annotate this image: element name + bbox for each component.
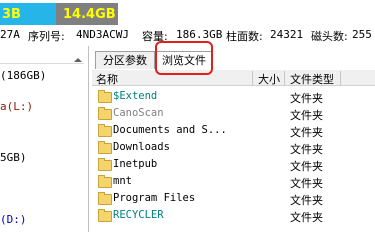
file-type: 文件夹	[290, 211, 323, 224]
folder-icon	[98, 90, 112, 103]
partition-size-label: 3B	[2, 7, 21, 22]
tree-item-label: (186GB)	[0, 69, 47, 82]
cylinders-value: 24321	[270, 28, 304, 41]
disk-prefix: 27A	[0, 28, 20, 41]
file-type: 文件夹	[290, 177, 323, 190]
capacity-value: 186.3GB	[176, 28, 223, 41]
heads-value: 255	[352, 28, 372, 41]
tree-item-partition-d[interactable]: (D:)	[0, 213, 27, 226]
column-divider[interactable]	[252, 71, 253, 86]
file-name: RECYCLER	[113, 209, 164, 221]
file-row[interactable]: Documents and S... 文件夹	[92, 122, 375, 139]
tree-item-partition-l[interactable]: a(L:)	[0, 100, 33, 113]
file-type: 文件夹	[290, 160, 323, 173]
file-type: 文件夹	[290, 92, 323, 105]
column-divider[interactable]	[284, 71, 285, 86]
tree-item-label: a(L:)	[0, 100, 34, 113]
serial-label: 序列号:	[28, 30, 65, 43]
cylinders-label: 柱面数:	[226, 30, 263, 43]
folder-icon	[98, 175, 112, 188]
tree-pane-header	[0, 50, 84, 64]
file-name: CanoScan	[113, 107, 164, 119]
file-name: Program Files	[113, 192, 196, 204]
file-row[interactable]: Program Files 文件夹	[92, 190, 375, 207]
tree-item-label: (D:)	[0, 213, 27, 226]
folder-icon	[98, 158, 112, 171]
file-type: 文件夹	[290, 126, 323, 139]
tab-label: 分区参数	[103, 54, 147, 67]
file-name: Documents and S...	[113, 124, 227, 136]
file-name: mnt	[113, 175, 132, 187]
tab-partition-params[interactable]: 分区参数	[95, 51, 155, 69]
file-row[interactable]: Inetpub 文件夹	[92, 156, 375, 173]
folder-icon	[98, 192, 112, 205]
folder-icon	[98, 124, 112, 137]
file-name: $Extend	[113, 90, 158, 102]
folder-icon	[98, 141, 112, 154]
tab-label: 浏览文件	[162, 54, 206, 67]
folder-icon	[98, 107, 112, 120]
file-row[interactable]: RECYCLER 文件夹	[92, 207, 375, 224]
tree-item-disk[interactable]: (186GB)	[0, 69, 46, 82]
tree-item-disk[interactable]: 5GB)	[0, 151, 27, 164]
disk-partition-used[interactable]: 3B	[0, 3, 56, 25]
file-type: 文件夹	[290, 143, 323, 156]
column-type-header[interactable]: 文件类型	[290, 71, 334, 87]
file-row[interactable]: CanoScan 文件夹	[92, 105, 375, 122]
file-type: 文件夹	[290, 194, 323, 207]
disk-bar: 3B 14.4GB	[0, 0, 375, 27]
disk-partition-free[interactable]: 14.4GB	[56, 3, 118, 25]
file-name: Downloads	[113, 141, 170, 153]
column-name-header[interactable]: 名称	[96, 71, 118, 87]
serial-value: 4ND3ACWJ	[76, 28, 129, 41]
column-size-header[interactable]: 大小	[258, 71, 280, 87]
file-name: Inetpub	[113, 158, 158, 170]
scroll-up-icon[interactable]	[74, 58, 82, 62]
disk-tree-pane[interactable]: (186GB) a(L:) 5GB) (D:)	[0, 46, 86, 232]
disk-info-bar: 27A 序列号: 4ND3ACWJ 容量: 186.3GB 柱面数: 24321…	[0, 27, 375, 44]
file-type: 文件夹	[290, 109, 323, 122]
tab-browse-files[interactable]: 浏览文件	[156, 51, 212, 69]
file-list-header: 名称 大小 文件类型	[92, 70, 375, 86]
partition-size-label: 14.4GB	[63, 7, 116, 22]
file-row[interactable]: mnt 文件夹	[92, 173, 375, 190]
folder-icon	[98, 209, 112, 222]
heads-label: 磁头数:	[311, 30, 348, 43]
pane-splitter[interactable]	[88, 46, 89, 232]
file-row[interactable]: $Extend 文件夹	[92, 88, 375, 105]
capacity-label: 容量:	[142, 30, 168, 43]
column-divider[interactable]	[340, 71, 341, 86]
file-browser-pane: 分区参数 浏览文件 名称 大小 文件类型 $Extend 文件夹 CanoSca…	[92, 46, 375, 232]
tree-item-label: 5GB)	[0, 151, 27, 164]
file-row[interactable]: Downloads 文件夹	[92, 139, 375, 156]
